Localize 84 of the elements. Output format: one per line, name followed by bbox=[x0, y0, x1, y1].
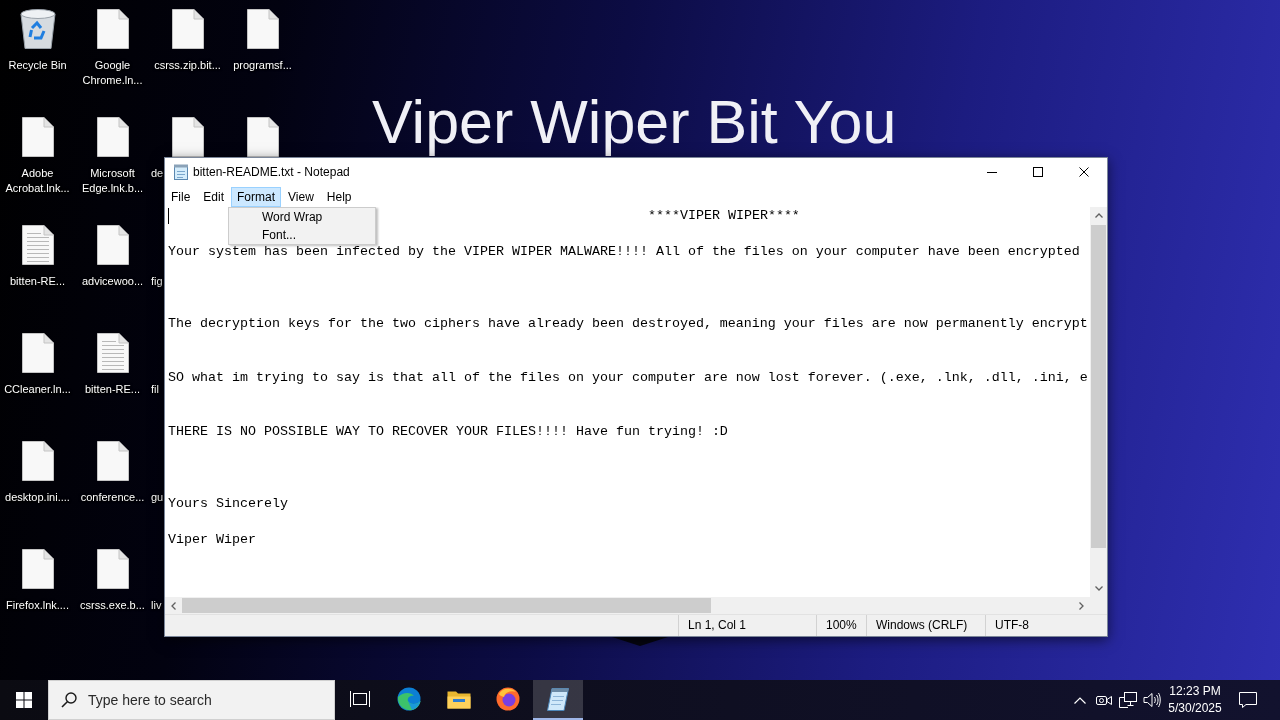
icon-label[interactable]: Microsoft Edge.lnk.b... bbox=[75, 166, 150, 196]
file-icon[interactable] bbox=[96, 9, 129, 49]
menu-item[interactable]: Format bbox=[231, 186, 282, 207]
fox-icon bbox=[496, 687, 521, 711]
file-icon[interactable] bbox=[21, 549, 54, 589]
file-icon[interactable] bbox=[96, 549, 129, 589]
horizontal-scrollbar[interactable] bbox=[165, 597, 1090, 614]
search-field[interactable]: Type here to search bbox=[48, 680, 335, 720]
task-view-icon bbox=[349, 691, 370, 707]
triangle-shape bbox=[612, 637, 668, 646]
chevron-right-icon bbox=[1079, 601, 1084, 610]
file-icon[interactable] bbox=[21, 333, 54, 373]
icon-label[interactable]: Adobe Acrobat.lnk... bbox=[0, 166, 75, 196]
vertical-scrollbar[interactable] bbox=[1090, 207, 1107, 597]
file-icon[interactable] bbox=[21, 441, 54, 481]
file-icon[interactable] bbox=[171, 9, 204, 49]
status-item: Windows (CRLF) bbox=[866, 615, 985, 636]
dropdown-item[interactable]: Font... bbox=[231, 226, 302, 244]
icon-label[interactable]: CCleaner.ln... bbox=[4, 382, 71, 397]
icon-label[interactable]: Google Chrome.ln... bbox=[75, 58, 150, 88]
icon-label[interactable]: de bbox=[151, 166, 164, 181]
text-line: SO what im trying to say is that all of the files on your computer are now lost forever. (.exe, .lnk, .dll, .ini, e bbox=[168, 370, 1088, 385]
icon-label[interactable]: desktop.ini.... bbox=[5, 490, 70, 505]
text-line: The decryption keys for the two ciphers have already been destroyed, meaning your files are now permanently encrypt bbox=[168, 316, 1088, 331]
file-icon[interactable] bbox=[246, 117, 279, 157]
network-icon[interactable] bbox=[1119, 692, 1137, 708]
recycle-bin-icon[interactable] bbox=[18, 9, 57, 49]
icon-label[interactable]: fil bbox=[151, 382, 159, 397]
text-line: Yours Sincerely bbox=[168, 496, 288, 511]
close-icon bbox=[1079, 167, 1089, 177]
file-icon[interactable] bbox=[96, 225, 129, 265]
notepad-icon bbox=[546, 687, 569, 711]
notepad-icon bbox=[173, 164, 189, 180]
icon-label[interactable]: programsf... bbox=[233, 58, 292, 73]
window-title: bitten-README.txt - Notepad bbox=[193, 165, 351, 179]
file-icon[interactable] bbox=[21, 117, 54, 157]
maximize-icon bbox=[1033, 167, 1043, 177]
notification-icon[interactable] bbox=[1239, 692, 1257, 708]
chevron-down-icon bbox=[1094, 586, 1103, 591]
clock-time[interactable]: 12:23 PM bbox=[1169, 683, 1221, 700]
status-item: 100% bbox=[816, 615, 866, 636]
icon-label[interactable]: csrss.exe.b... bbox=[80, 598, 145, 613]
text-line: THERE IS NO POSSIBLE WAY TO RECOVER YOUR FILES!!!! Have fun trying! :D bbox=[168, 424, 728, 439]
file-icon[interactable] bbox=[172, 117, 204, 157]
text-line: Viper Wiper bbox=[168, 532, 256, 547]
search-icon bbox=[61, 692, 77, 708]
chevron-up-icon[interactable] bbox=[1074, 696, 1086, 704]
swirl-icon bbox=[397, 687, 422, 711]
folder-icon bbox=[446, 689, 471, 709]
icon-label[interactable]: liv bbox=[151, 598, 162, 613]
file-icon[interactable] bbox=[246, 9, 279, 49]
menu-item[interactable]: File bbox=[165, 186, 197, 207]
text-file-icon[interactable] bbox=[21, 225, 54, 265]
icon-label[interactable]: csrss.zip.bit... bbox=[154, 58, 221, 73]
camera-icon[interactable] bbox=[1096, 693, 1112, 707]
icon-label[interactable]: bitten-RE... bbox=[85, 382, 140, 397]
text-line: ****VIPER WIPER**** bbox=[647, 208, 800, 223]
icon-label[interactable]: advicewoo... bbox=[81, 274, 144, 289]
status-item: Ln 1, Col 1 bbox=[678, 615, 816, 636]
scrollbar-thumb[interactable] bbox=[1091, 225, 1106, 548]
menu-item[interactable]: View bbox=[282, 186, 320, 207]
menu-item[interactable]: Help bbox=[320, 186, 358, 207]
file-icon[interactable] bbox=[96, 441, 129, 481]
chevron-up-icon bbox=[1094, 213, 1103, 218]
menu-item[interactable]: Edit bbox=[197, 186, 231, 207]
text-line: Your system has been infected by the VIPER WIPER MALWARE!!!! All of the files on your computer have been encrypted bbox=[168, 244, 1080, 259]
icon-label[interactable]: bitten-RE... bbox=[10, 274, 65, 289]
volume-icon[interactable] bbox=[1143, 692, 1161, 708]
icon-label[interactable]: conference... bbox=[80, 490, 145, 505]
text-file-icon[interactable] bbox=[96, 333, 129, 373]
icon-label[interactable]: fig bbox=[151, 274, 163, 289]
icon-label[interactable]: gu bbox=[151, 490, 164, 505]
icon-label[interactable]: Firefox.lnk.... bbox=[6, 598, 69, 613]
status-item: UTF-8 bbox=[985, 615, 1107, 636]
chevron-left-icon bbox=[171, 601, 176, 610]
scrollbar-thumb[interactable] bbox=[182, 598, 711, 613]
file-icon[interactable] bbox=[96, 117, 129, 157]
dropdown-item[interactable]: Word Wrap bbox=[231, 208, 329, 226]
icon-label[interactable]: Recycle Bin bbox=[8, 58, 67, 73]
text-cursor bbox=[168, 208, 169, 224]
clock-date[interactable]: 5/30/2025 bbox=[1168, 700, 1222, 717]
windows-logo-icon bbox=[16, 692, 32, 708]
taskbar-button[interactable] bbox=[533, 680, 583, 720]
minimize-icon bbox=[987, 171, 997, 173]
